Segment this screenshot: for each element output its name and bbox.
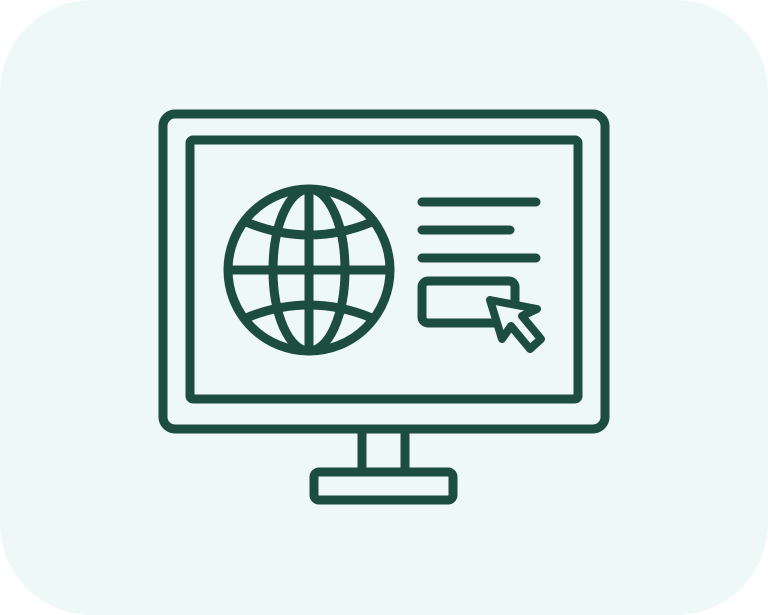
icon-card bbox=[0, 0, 768, 615]
globe-icon bbox=[223, 184, 395, 356]
monitor-web-icon bbox=[158, 109, 610, 505]
monitor-stand bbox=[309, 425, 458, 505]
text-lines-icon bbox=[417, 197, 541, 263]
cursor-arrow-icon bbox=[486, 296, 545, 353]
